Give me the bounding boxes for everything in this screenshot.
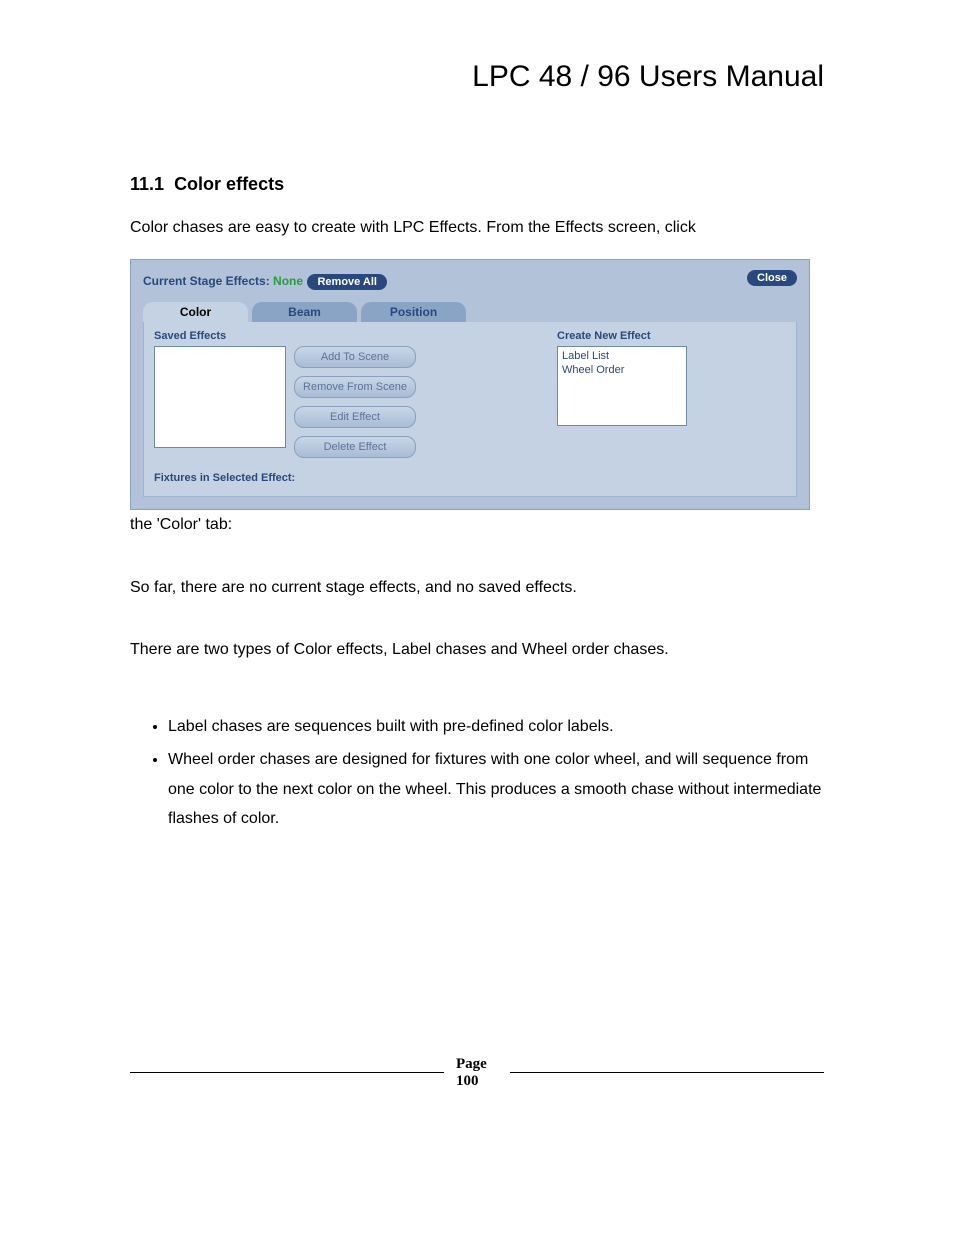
remove-all-button[interactable]: Remove All bbox=[307, 274, 387, 290]
delete-effect-button[interactable]: Delete Effect bbox=[294, 436, 416, 458]
document-header: LPC 48 / 96 Users Manual bbox=[130, 60, 824, 94]
edit-effect-button[interactable]: Edit Effect bbox=[294, 406, 416, 428]
page-label: Page bbox=[456, 1056, 487, 1072]
list-item: Label chases are sequences built with pr… bbox=[168, 712, 824, 742]
current-stage-effects-label: Current Stage Effects: bbox=[143, 274, 273, 288]
screenshot-caption: the 'Color' tab: bbox=[130, 514, 824, 536]
section-number: 11.1 bbox=[130, 174, 164, 194]
add-to-scene-button[interactable]: Add To Scene bbox=[294, 346, 416, 368]
list-item[interactable]: Wheel Order bbox=[562, 363, 682, 377]
effects-panel: Saved Effects Add To Scene Remove From S… bbox=[143, 322, 797, 497]
body-paragraph: So far, there are no current stage effec… bbox=[130, 577, 824, 599]
page-number: 100 bbox=[456, 1073, 479, 1089]
fixtures-in-selected-label: Fixtures in Selected Effect: bbox=[154, 472, 419, 484]
list-item[interactable]: Label List bbox=[562, 349, 682, 363]
current-stage-effects-value: None bbox=[273, 274, 303, 288]
body-paragraph: There are two types of Color effects, La… bbox=[130, 639, 824, 661]
effects-screenshot: Current Stage Effects: None Remove All C… bbox=[130, 259, 810, 510]
page-footer: Page 100 bbox=[130, 1056, 824, 1091]
remove-from-scene-button[interactable]: Remove From Scene bbox=[294, 376, 416, 398]
body-paragraph: Color chases are easy to create with LPC… bbox=[130, 217, 824, 239]
tab-beam[interactable]: Beam bbox=[252, 302, 357, 322]
saved-effects-label: Saved Effects bbox=[154, 330, 419, 342]
saved-effects-list[interactable] bbox=[154, 346, 286, 448]
effect-type-list[interactable]: Label List Wheel Order bbox=[557, 346, 687, 426]
bullet-list: Label chases are sequences built with pr… bbox=[150, 712, 824, 834]
create-new-effect-label: Create New Effect bbox=[557, 330, 786, 342]
tab-position[interactable]: Position bbox=[361, 302, 466, 322]
section-title: Color effects bbox=[174, 174, 284, 194]
tab-color[interactable]: Color bbox=[143, 302, 248, 322]
section-heading: 11.1 Color effects bbox=[130, 174, 824, 195]
close-button[interactable]: Close bbox=[747, 270, 797, 286]
tab-bar: Color Beam Position bbox=[143, 302, 797, 322]
list-item: Wheel order chases are designed for fixt… bbox=[168, 745, 824, 834]
